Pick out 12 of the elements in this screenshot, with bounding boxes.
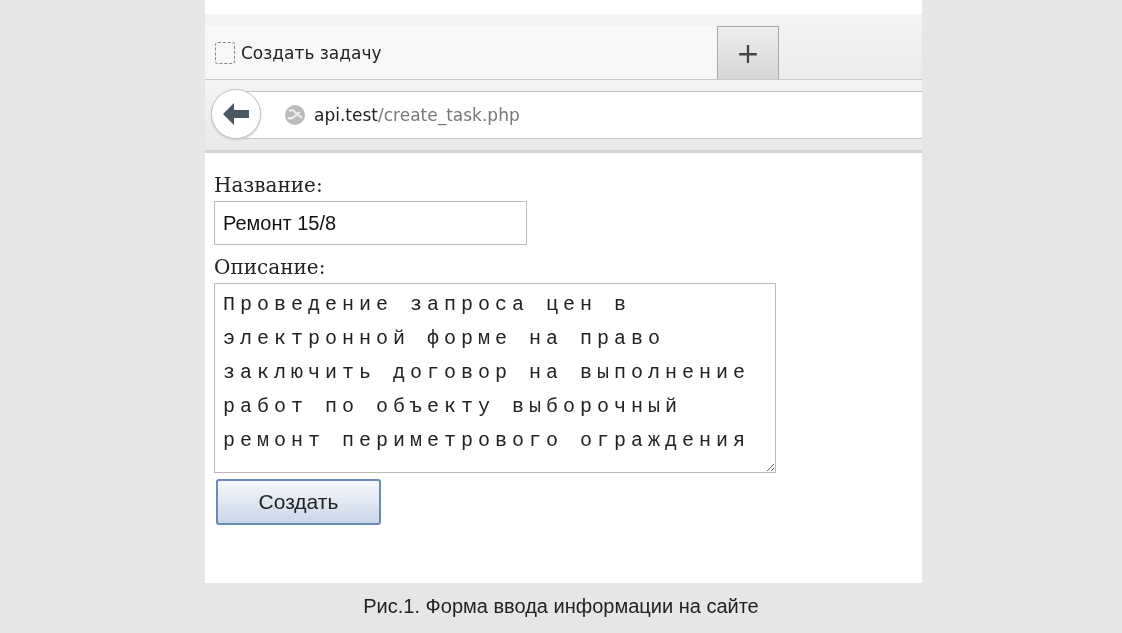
description-textarea[interactable]: Проведение запроса цен в электронной форме на право заключить договор на выполнение работ по объекту выборочный ремонт периметрового ограждения bbox=[214, 283, 776, 473]
new-tab-button[interactable]: + bbox=[717, 26, 779, 79]
field-label: Название: bbox=[214, 173, 323, 197]
figure-caption: Рис.1. Форма ввода информации на сайте bbox=[363, 595, 759, 618]
create-button[interactable]: Создать bbox=[216, 479, 381, 525]
title-input-field[interactable]: Ремонт 15/8 bbox=[214, 201, 527, 245]
back-arrow-icon bbox=[221, 101, 251, 127]
globe-icon bbox=[284, 104, 306, 126]
page-icon bbox=[215, 41, 235, 64]
browser-tab[interactable]: Создать задачу bbox=[205, 26, 717, 79]
field-label: Описание: bbox=[214, 255, 326, 279]
back-button[interactable] bbox=[211, 89, 261, 139]
